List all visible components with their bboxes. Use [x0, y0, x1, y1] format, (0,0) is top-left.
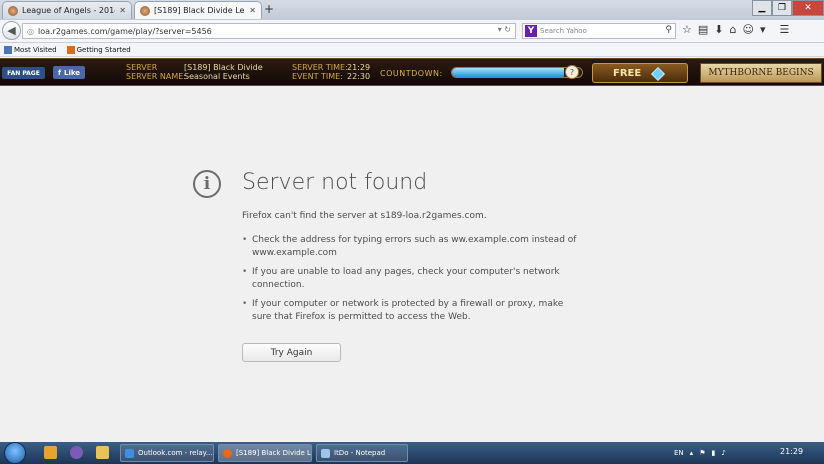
tab-title: [S189] Black Divide League ... [154, 6, 245, 15]
tab-strip: League of Angels - 2014 M... ✕ [S189] Bl… [0, 0, 824, 20]
file-explorer-icon[interactable] [96, 446, 109, 459]
like-label: Like [63, 68, 81, 77]
media-player-icon[interactable] [44, 446, 57, 459]
taskbar-item-label: ItDo - Notepad [334, 449, 386, 457]
event-time-label: EVENT TIME: [292, 72, 343, 81]
back-button[interactable]: ◀ [2, 21, 21, 40]
event-time-value: 22:30 [347, 72, 371, 81]
countdown-info-icon[interactable]: ? [565, 65, 579, 79]
server-time-value: 21:29 [347, 63, 371, 72]
bookmark-most-visited[interactable]: Most Visited [4, 45, 57, 54]
language-indicator[interactable]: EN [674, 449, 684, 457]
bookmarks-toolbar: Most Visited Getting Started [0, 43, 824, 57]
close-tab-icon[interactable]: ✕ [249, 6, 256, 15]
mythborne-promo-banner[interactable]: MYTHBORNE BEGINS [700, 63, 822, 83]
flag-icon[interactable]: ⚑ [699, 449, 705, 457]
taskbar-item-notepad[interactable]: ItDo - Notepad [316, 444, 408, 462]
firefox-page-icon [66, 45, 75, 54]
countdown-progress-bar [451, 67, 583, 78]
taskbar-item-label: [S189] Black Divide L... [236, 449, 312, 457]
bookmark-label: Getting Started [76, 45, 131, 54]
countdown-label: COUNTDOWN: [380, 69, 443, 78]
app-icon[interactable] [70, 446, 83, 459]
bookmark-getting-started[interactable]: Getting Started [66, 45, 131, 54]
server-name-value: Seasonal Events [184, 72, 250, 81]
url-text: loa.r2games.com/game/play/?server=5456 [37, 26, 212, 36]
downloads-icon[interactable]: ⬇ [714, 23, 723, 36]
home-icon[interactable]: ⌂ [730, 23, 737, 36]
server-label: SERVER [126, 63, 158, 72]
notepad-icon [321, 448, 330, 458]
start-button[interactable] [4, 442, 26, 464]
facebook-icon: f [57, 68, 61, 77]
yahoo-logo-icon[interactable]: Y [525, 25, 537, 37]
page-title: Server not found [242, 170, 428, 195]
dropdown-icon[interactable]: ▾ [760, 23, 766, 36]
ie-icon [125, 448, 134, 458]
fan-page-button[interactable]: FAN PAGE [2, 67, 45, 79]
server-time-label: SERVER TIME: [292, 63, 348, 72]
game-favicon-icon [140, 5, 150, 16]
list-item: If your computer or network is protected… [242, 298, 582, 324]
search-placeholder: Search Yahoo [540, 27, 587, 35]
windows-taskbar: Outlook.com - relay... [S189] Black Divi… [0, 442, 824, 464]
addon-icon[interactable]: ☺ [742, 23, 753, 36]
reload-icon[interactable]: ▾ ↻ [498, 25, 511, 34]
folder-icon [4, 45, 12, 54]
page-content: i Server not found Firefox can't find th… [0, 86, 824, 442]
search-icon[interactable]: ⚲ [665, 25, 672, 35]
navigation-bar: ◀ ◎ loa.r2games.com/game/play/?server=54… [0, 20, 824, 43]
list-item: If you are unable to load any pages, che… [242, 266, 582, 292]
try-again-button[interactable]: Try Again [242, 343, 341, 362]
new-tab-button[interactable]: + [264, 2, 274, 16]
taskbar-item-label: Outlook.com - relay... [138, 449, 213, 457]
error-description: Firefox can't find the server at s189-lo… [242, 211, 487, 221]
game-favicon-icon [8, 5, 18, 16]
tab-title: League of Angels - 2014 M... [22, 6, 115, 15]
countdown-progress-fill [452, 68, 564, 77]
toolbar-icons: ☆ ▤ ⬇ ⌂ ☺ ▾ ☰ [682, 23, 789, 36]
bookmark-star-icon[interactable]: ☆ [682, 23, 692, 36]
volume-icon[interactable]: ♪ [721, 449, 725, 457]
tab-league-of-angels[interactable]: League of Angels - 2014 M... ✕ [2, 1, 132, 19]
bookmark-label: Most Visited [14, 45, 57, 54]
show-hidden-icons-icon[interactable]: ▴ [690, 449, 694, 457]
taskbar-item-outlook[interactable]: Outlook.com - relay... [120, 444, 214, 462]
taskbar-item-firefox[interactable]: [S189] Black Divide L... [218, 444, 312, 462]
game-header: FAN PAGE f Like SERVER SERVER NAME: [S18… [0, 58, 824, 86]
network-icon[interactable]: ▮ [711, 449, 715, 457]
search-bar[interactable]: Y Search Yahoo ⚲ [522, 23, 676, 39]
close-tab-icon[interactable]: ✕ [119, 6, 126, 15]
server-name-label: SERVER NAME: [126, 72, 186, 81]
list-item: Check the address for typing errors such… [242, 234, 582, 260]
info-icon: i [193, 170, 221, 198]
system-tray: EN ▴ ⚑ ▮ ♪ [674, 442, 726, 464]
menu-icon[interactable]: ☰ [779, 23, 789, 36]
bookmarks-list-icon[interactable]: ▤ [698, 23, 708, 36]
firefox-icon [223, 448, 232, 458]
site-info-icon[interactable]: ◎ [27, 27, 34, 36]
server-value: [S189] Black Divide [184, 63, 263, 72]
clock[interactable]: 21:29 [780, 447, 803, 456]
diamond-icon [651, 67, 665, 81]
url-bar[interactable]: ◎ loa.r2games.com/game/play/?server=5456… [22, 23, 516, 39]
minimize-button[interactable]: ▁ [752, 0, 772, 16]
error-suggestions-list: Check the address for typing errors such… [242, 234, 582, 330]
facebook-like-button[interactable]: f Like [53, 66, 85, 79]
close-window-button[interactable]: ✕ [792, 0, 824, 16]
tab-black-divide[interactable]: [S189] Black Divide League ... ✕ [134, 1, 262, 19]
free-gift-button[interactable]: FREE [592, 63, 688, 83]
free-label: FREE [613, 68, 642, 79]
maximize-button[interactable]: ❐ [772, 0, 792, 16]
